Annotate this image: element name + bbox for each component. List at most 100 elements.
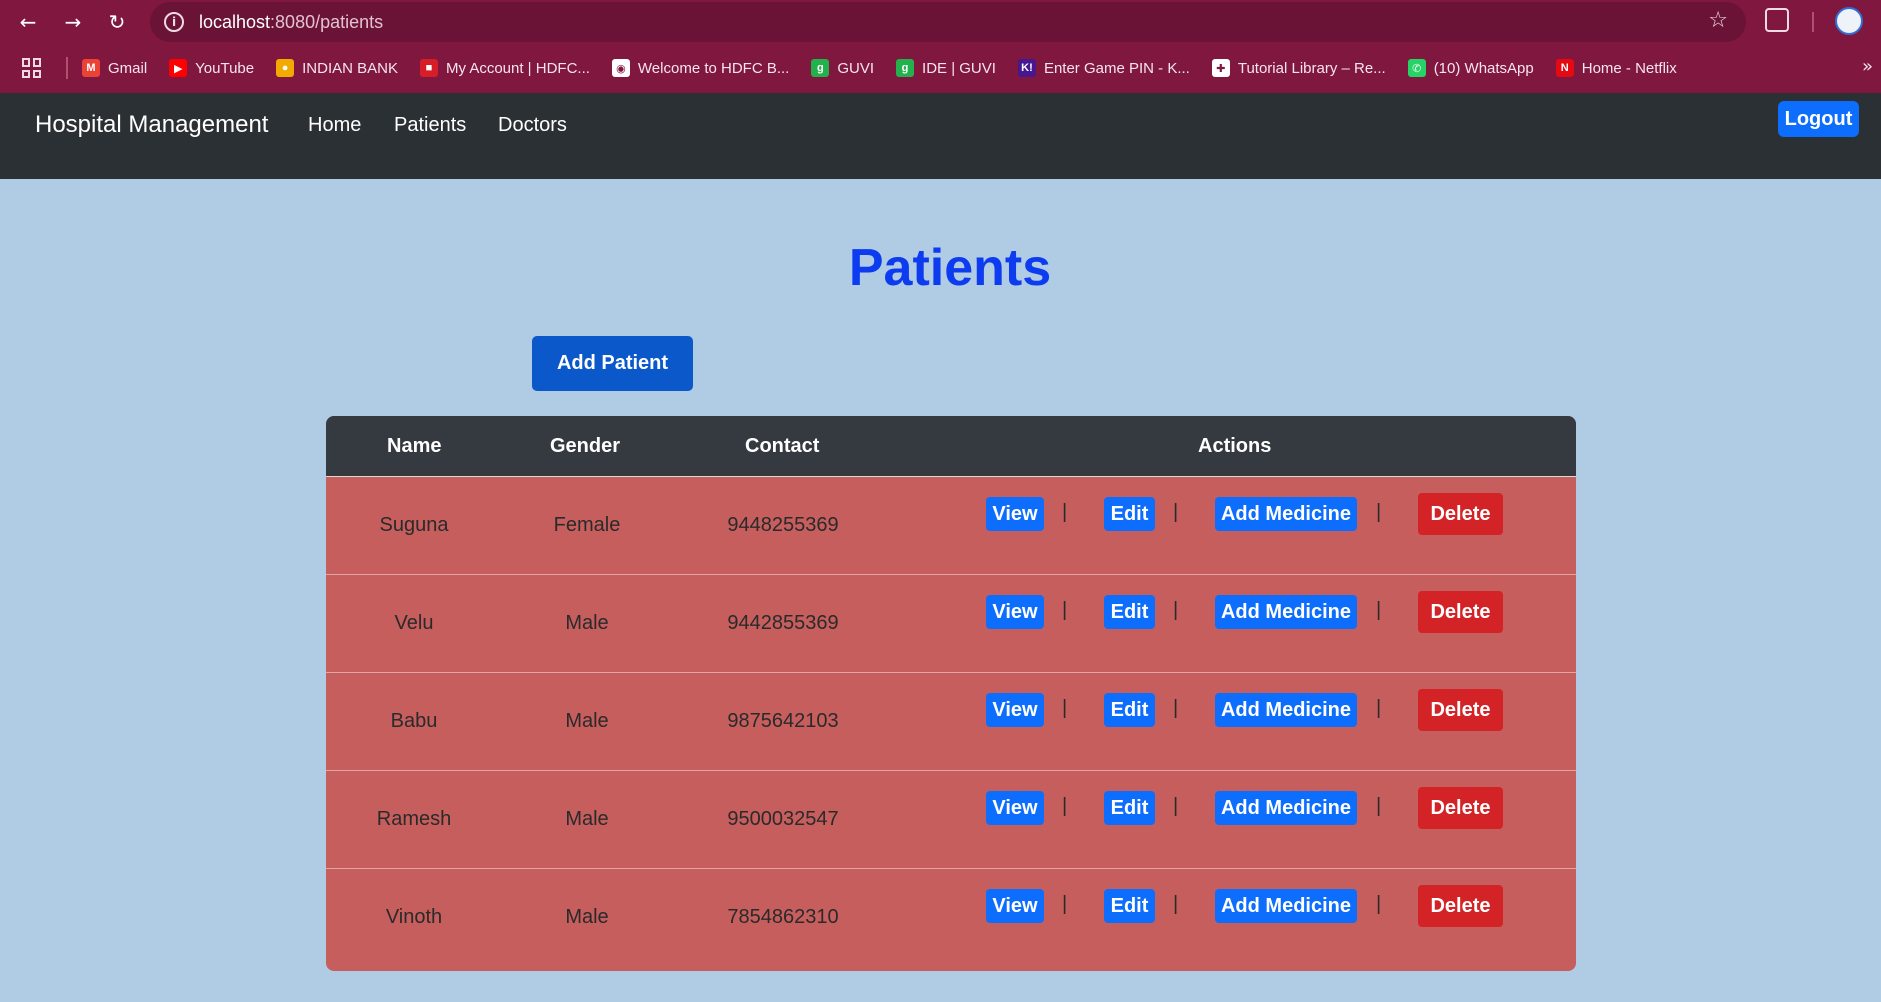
delete-button[interactable]: Delete xyxy=(1418,885,1503,927)
header-name: Name xyxy=(387,435,442,457)
bookmark-item[interactable]: ● INDIAN BANK xyxy=(276,59,398,77)
nav-link-doctors[interactable]: Doctors xyxy=(498,114,567,137)
guvi-icon: g xyxy=(896,59,915,77)
bookmark-item[interactable]: ✚ Tutorial Library – Re... xyxy=(1211,59,1386,77)
address-bar[interactable]: i localhost:8080/patients ☆ xyxy=(150,2,1746,42)
view-button[interactable]: View xyxy=(986,595,1044,629)
bookmark-label: IDE | GUVI xyxy=(922,59,996,77)
table-row: Ramesh Male 9500032547 View | Edit | Add… xyxy=(326,771,1576,869)
header-gender: Gender xyxy=(550,435,621,457)
delete-button[interactable]: Delete xyxy=(1418,689,1503,731)
add-medicine-button[interactable]: Add Medicine xyxy=(1215,497,1357,531)
patient-gender: Male xyxy=(565,710,609,732)
action-separator: | xyxy=(1062,599,1068,621)
whatsapp-icon: ✆ xyxy=(1407,59,1426,77)
globe-icon: ◉ xyxy=(611,59,630,77)
toolbar-divider xyxy=(1812,12,1814,32)
edit-button[interactable]: Edit xyxy=(1104,595,1155,629)
page-title: Patients xyxy=(848,239,1052,297)
delete-button[interactable]: Delete xyxy=(1418,591,1503,633)
edit-button[interactable]: Edit xyxy=(1104,791,1155,825)
table-row: Babu Male 9875642103 View | Edit | Add M… xyxy=(326,673,1576,771)
bookmark-label: GUVI xyxy=(837,59,875,77)
bookmark-item[interactable]: K! Enter Game PIN - K... xyxy=(1017,59,1190,77)
action-separator: | xyxy=(1062,893,1068,915)
view-button[interactable]: View xyxy=(986,693,1044,727)
delete-button[interactable]: Delete xyxy=(1418,787,1503,829)
bookmark-star-icon[interactable]: ☆ xyxy=(1708,8,1728,33)
header-contact: Contact xyxy=(745,435,820,457)
browser-chrome: ← → ↻ i localhost:8080/patients ☆ M Gmail… xyxy=(0,0,1881,93)
patient-name: Suguna xyxy=(379,514,449,536)
table-row: Velu Male 9442855369 View | Edit | Add M… xyxy=(326,575,1576,673)
forward-arrow-icon[interactable]: → xyxy=(55,4,91,40)
patient-name: Velu xyxy=(394,612,434,634)
edit-button[interactable]: Edit xyxy=(1104,889,1155,923)
navbar-brand[interactable]: Hospital Management xyxy=(35,111,268,139)
patient-name: Ramesh xyxy=(376,808,452,830)
edit-button[interactable]: Edit xyxy=(1104,693,1155,727)
table-header: Name Gender Contact Actions xyxy=(326,416,1576,477)
youtube-icon: ▶ xyxy=(169,59,188,77)
url-host: localhost xyxy=(199,11,271,32)
more-bookmarks-icon[interactable]: » xyxy=(1862,56,1873,77)
bookmark-item[interactable]: ■ My Account | HDFC... xyxy=(419,59,590,77)
bookmark-label: Enter Game PIN - K... xyxy=(1043,59,1190,77)
patient-gender: Female xyxy=(553,514,621,536)
patient-contact: 7854862310 xyxy=(727,906,839,928)
extensions-icon[interactable] xyxy=(1765,8,1789,32)
bookmark-item[interactable]: ✆ (10) WhatsApp xyxy=(1407,59,1534,77)
tutorial-icon: ✚ xyxy=(1211,59,1230,77)
bookmark-item[interactable]: g GUVI xyxy=(811,59,874,77)
profile-avatar-icon[interactable] xyxy=(1835,7,1863,35)
guvi-icon: g xyxy=(811,59,830,77)
patient-name: Babu xyxy=(390,710,438,732)
action-separator: | xyxy=(1173,795,1179,817)
view-button[interactable]: View xyxy=(986,889,1044,923)
action-separator: | xyxy=(1376,893,1382,915)
bookmark-label: Home - Netflix xyxy=(1581,59,1677,77)
action-separator: | xyxy=(1376,697,1382,719)
add-medicine-button[interactable]: Add Medicine xyxy=(1215,889,1357,923)
view-button[interactable]: View xyxy=(986,791,1044,825)
action-separator: | xyxy=(1376,795,1382,817)
bookmark-item[interactable]: ▶ YouTube xyxy=(169,59,254,77)
site-info-icon[interactable]: i xyxy=(164,12,184,32)
bookmark-label: Welcome to HDFC B... xyxy=(637,59,790,77)
bookmark-label: Tutorial Library – Re... xyxy=(1237,59,1386,77)
header-actions: Actions xyxy=(1198,435,1272,457)
delete-button[interactable]: Delete xyxy=(1418,493,1503,535)
patient-contact: 9875642103 xyxy=(727,710,839,732)
gmail-icon: M xyxy=(82,59,100,77)
bookmark-item[interactable]: g IDE | GUVI xyxy=(896,59,996,77)
add-medicine-button[interactable]: Add Medicine xyxy=(1215,693,1357,727)
bookmark-item[interactable]: M Gmail xyxy=(82,59,147,77)
bookmark-item[interactable]: N Home - Netflix xyxy=(1555,59,1677,77)
edit-button[interactable]: Edit xyxy=(1104,497,1155,531)
bookmark-label: My Account | HDFC... xyxy=(445,59,590,77)
add-patient-button[interactable]: Add Patient xyxy=(532,336,693,391)
add-medicine-button[interactable]: Add Medicine xyxy=(1215,595,1357,629)
table-row: Vinoth Male 7854862310 View | Edit | Add… xyxy=(326,869,1576,967)
patients-table: Name Gender Contact Actions Suguna Femal… xyxy=(326,416,1576,971)
netflix-icon: N xyxy=(1555,59,1574,77)
nav-link-home[interactable]: Home xyxy=(308,114,361,137)
patient-name: Vinoth xyxy=(385,906,443,928)
action-separator: | xyxy=(1376,599,1382,621)
patient-gender: Male xyxy=(565,906,609,928)
nav-link-patients[interactable]: Patients xyxy=(394,114,466,137)
kahoot-icon: K! xyxy=(1017,59,1036,77)
logout-button[interactable]: Logout xyxy=(1778,101,1859,137)
view-button[interactable]: View xyxy=(986,497,1044,531)
add-medicine-button[interactable]: Add Medicine xyxy=(1215,791,1357,825)
action-separator: | xyxy=(1173,599,1179,621)
patient-gender: Male xyxy=(565,808,609,830)
back-arrow-icon[interactable]: ← xyxy=(10,4,46,40)
reload-icon[interactable]: ↻ xyxy=(99,4,135,40)
patient-contact: 9448255369 xyxy=(727,514,839,536)
bookmark-item[interactable]: ◉ Welcome to HDFC B... xyxy=(611,59,790,77)
bookmark-label: (10) WhatsApp xyxy=(1433,59,1534,77)
patient-contact: 9442855369 xyxy=(727,612,839,634)
apps-grid-icon[interactable] xyxy=(22,58,42,78)
bookmarks-bar: M Gmail ▶ YouTube ● INDIAN BANK ■ My Account | … xyxy=(0,48,1881,88)
